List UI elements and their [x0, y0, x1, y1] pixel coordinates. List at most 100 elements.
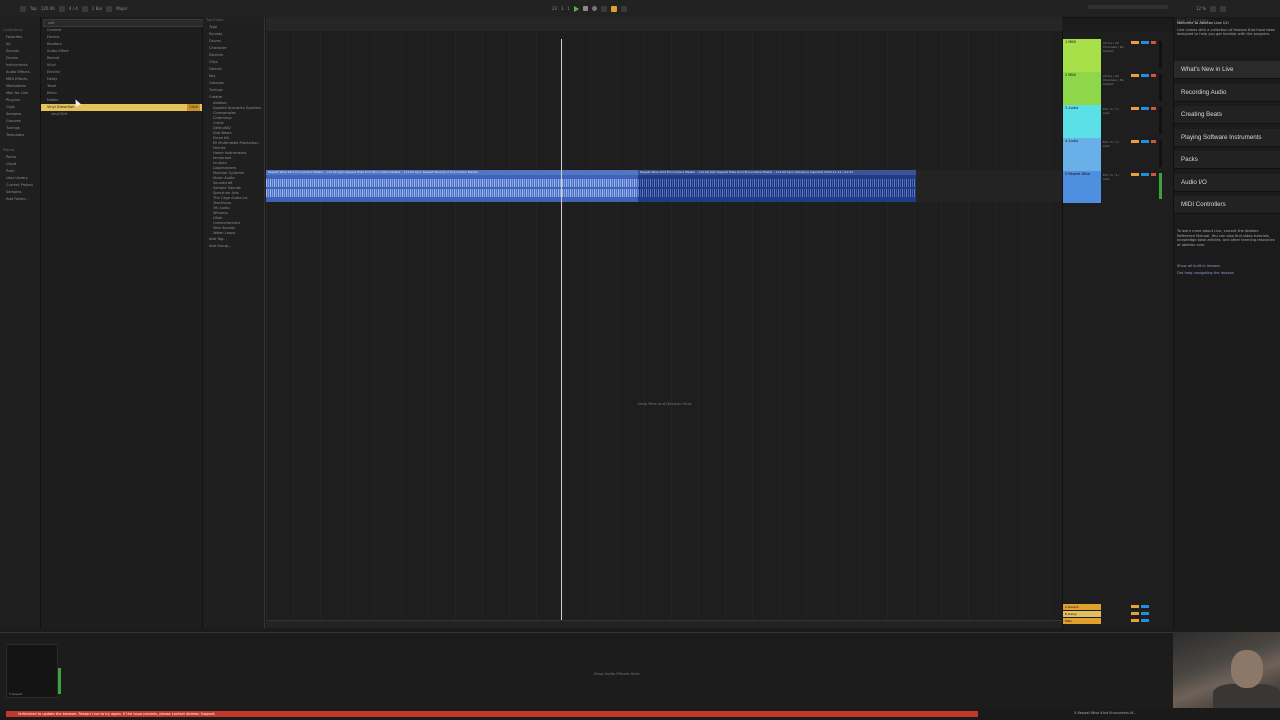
status-error-message[interactable]: Unfinished to update the browser. Restar…: [6, 711, 978, 717]
browser-place[interactable]: Samples: [0, 189, 40, 196]
browser-sub-item[interactable]: vinyl/Grit: [41, 111, 202, 118]
filter-group[interactable]: Genres: [203, 66, 264, 73]
track-activator-button[interactable]: [1131, 41, 1139, 44]
lesson-item[interactable]: MIDI Controllers: [1174, 196, 1280, 214]
track-arm-button[interactable]: [1151, 140, 1156, 143]
add-group-button[interactable]: Add Group...: [203, 243, 264, 250]
browser-place[interactable]: Current Project: [0, 182, 40, 189]
overview-strip[interactable]: [1088, 5, 1168, 9]
browser-item[interactable]: Delay: [41, 76, 202, 83]
track-arm-button[interactable]: [1151, 41, 1156, 44]
track-arm-button[interactable]: [1151, 173, 1156, 176]
browser-item[interactable]: Audio Effect: [41, 48, 202, 55]
track-volume-meter[interactable]: [1159, 173, 1162, 199]
browser-item[interactable]: Content: [41, 27, 202, 34]
browser-category[interactable]: Instruments: [0, 62, 40, 69]
browser-category[interactable]: Sounds: [0, 48, 40, 55]
browser-category[interactable]: Plug-ins: [0, 97, 40, 104]
return-activator-button[interactable]: [1131, 612, 1139, 615]
key-select[interactable]: Major: [116, 6, 127, 11]
browser-item[interactable]: Retro: [41, 90, 202, 97]
track-activator-button[interactable]: [1131, 173, 1139, 176]
stop-icon[interactable]: [582, 6, 588, 11]
overdub-icon[interactable]: [600, 5, 607, 12]
return-activator-button[interactable]: [1131, 605, 1139, 608]
mixer-track[interactable]: 1 MIDI All Ins / All Channels / No Output: [1063, 39, 1171, 72]
track-volume-meter[interactable]: [1159, 140, 1162, 167]
filter-group[interactable]: Devices: [203, 52, 264, 59]
track-arm-button[interactable]: [1151, 107, 1156, 110]
arrangement-position[interactable]: 23 . 3 . 1: [552, 6, 570, 11]
track-solo-button[interactable]: [1141, 107, 1149, 110]
return-solo-button[interactable]: [1141, 619, 1149, 622]
lesson-item[interactable]: What's New in Live: [1174, 61, 1280, 79]
help-lessons-link[interactable]: Get help navigating the lessons: [1177, 267, 1277, 280]
arrangement-view[interactable]: Repeat Wise Kind Encounters Master - 112…: [266, 31, 1062, 628]
track-io[interactable]: All Ins / All Channels / No Output: [1103, 41, 1127, 53]
lesson-item[interactable]: Packs: [1174, 151, 1280, 169]
filter-group[interactable]: Grooves: [203, 80, 264, 87]
return-track[interactable]: Main: [1063, 618, 1171, 625]
record-icon[interactable]: [591, 6, 597, 11]
playhead[interactable]: [561, 39, 562, 628]
clip-thumbnail[interactable]: 5-Repeat: [6, 644, 58, 698]
browser-item[interactable]: Electric: [41, 69, 202, 76]
mixer-track[interactable]: 5 Repeat Wise Ext. In / 1 / Auto: [1063, 171, 1171, 203]
filter-group[interactable]: Clips: [203, 59, 264, 66]
browser-category[interactable]: Max for Live: [0, 90, 40, 97]
browser-category[interactable]: All: [0, 41, 40, 48]
mixer-track[interactable]: 3 Audio Ext. In / 1 / Auto: [1063, 105, 1171, 138]
browser-item[interactable]: Tonal: [41, 83, 202, 90]
track-arm-button[interactable]: [1151, 74, 1156, 77]
browser-place[interactable]: Packs: [0, 154, 40, 161]
return-track[interactable]: A Reverb: [1063, 604, 1171, 611]
track-activator-button[interactable]: [1131, 140, 1139, 143]
track-solo-button[interactable]: [1141, 140, 1149, 143]
browser-category[interactable]: Templates: [0, 132, 40, 139]
audio-clip-selected[interactable]: Repeat Wise Kind Encounters Master - 112…: [638, 170, 916, 202]
track-header[interactable]: 4 Audio: [1063, 138, 1101, 171]
browser-place[interactable]: Cloud: [0, 161, 40, 168]
selected-browser-item[interactable]: Vinyl Distortion Click: [41, 104, 202, 111]
arrangement-time-scrollbar[interactable]: [266, 620, 1062, 628]
audio-clip[interactable]: Repeat Wise Kind Encounters Master - 112…: [266, 170, 638, 202]
track-solo-button[interactable]: [1141, 41, 1149, 44]
browser-category[interactable]: Clips: [0, 104, 40, 111]
selected-item-badge[interactable]: Click: [187, 104, 200, 111]
return-track[interactable]: B Delay: [1063, 611, 1171, 618]
automation-arm-icon[interactable]: [610, 5, 617, 12]
filter-group[interactable]: Sounds: [203, 31, 264, 38]
track-volume-meter[interactable]: [1159, 74, 1162, 101]
browser-place[interactable]: Push: [0, 168, 40, 175]
track-io[interactable]: Ext. In / 1 / Auto: [1103, 140, 1127, 148]
quantize-select[interactable]: 1 Bar: [92, 6, 103, 11]
browser-category[interactable]: Modulators: [0, 83, 40, 90]
browser-item[interactable]: Random: [41, 41, 202, 48]
midi-map-icon[interactable]: [1220, 5, 1227, 12]
lesson-item[interactable]: Audio I/O: [1174, 173, 1280, 192]
browser-category[interactable]: Favorites: [0, 34, 40, 41]
track-volume-meter[interactable]: [1159, 107, 1162, 134]
return-activator-button[interactable]: [1131, 619, 1139, 622]
mixer-track[interactable]: 2 MIDI All Ins / All Channels / No Output: [1063, 72, 1171, 105]
track-header[interactable]: 1 MIDI: [1063, 39, 1101, 72]
return-track-header[interactable]: Main: [1063, 618, 1101, 624]
track-activator-button[interactable]: [1131, 107, 1139, 110]
play-icon[interactable]: [573, 5, 579, 12]
browser-category[interactable]: Tunings: [0, 125, 40, 132]
meter-field[interactable]: 4 / 4: [69, 6, 78, 11]
track-header[interactable]: 5 Repeat Wise: [1063, 171, 1101, 203]
filter-group[interactable]: Character: [203, 45, 264, 52]
track-solo-button[interactable]: [1141, 173, 1149, 176]
follow-icon[interactable]: [106, 5, 113, 12]
filter-group[interactable]: Tunings: [203, 87, 264, 94]
browser-category[interactable]: MIDI Effects: [0, 76, 40, 83]
loop-icon[interactable]: [620, 5, 627, 12]
nudge-icon[interactable]: [58, 5, 65, 12]
browser-item[interactable]: Vinyl: [41, 62, 202, 69]
browser-category[interactable]: Drums: [0, 55, 40, 62]
return-track-header[interactable]: A Reverb: [1063, 604, 1101, 610]
tempo-field[interactable]: 120.00: [41, 6, 55, 11]
browser-place[interactable]: Add Folder...: [0, 196, 40, 203]
return-solo-button[interactable]: [1141, 605, 1149, 608]
